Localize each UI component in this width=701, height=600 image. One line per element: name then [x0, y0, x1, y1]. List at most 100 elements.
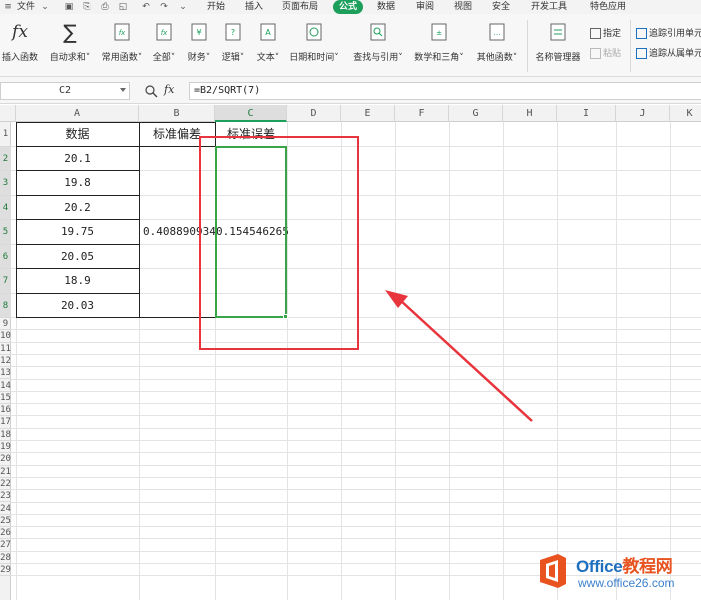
row-header-11[interactable]: 11 — [0, 343, 11, 355]
grid-row-line — [11, 464, 701, 466]
row-header-8[interactable]: 8 — [0, 293, 11, 318]
grid-row-line — [11, 476, 701, 478]
insert-function-button[interactable]: fx 插入函数 — [0, 16, 40, 76]
row-header-2[interactable]: 2 — [0, 146, 11, 171]
cell-a4[interactable]: 20.2 — [16, 196, 139, 221]
tab-formulas[interactable]: 公式 — [333, 0, 364, 14]
row-header-1[interactable]: 1 — [0, 122, 11, 147]
trace-dependents-button[interactable]: 追踪从属单元 — [636, 47, 701, 61]
row-header-6[interactable]: 6 — [0, 244, 11, 269]
ribbon-separator — [527, 20, 528, 72]
column-header-b[interactable]: B — [139, 105, 215, 122]
row-header-20[interactable]: 20 — [0, 453, 11, 466]
row-header-7[interactable]: 7 — [0, 269, 11, 294]
text-functions-button[interactable]: A 文本˅ — [253, 16, 283, 76]
save-icon[interactable]: ▣ — [64, 2, 74, 12]
tab-view[interactable]: 视图 — [454, 0, 472, 14]
export-pdf-icon[interactable]: ⎘ — [82, 2, 92, 12]
row-header-23[interactable]: 23 — [0, 490, 11, 503]
tab-page-layout[interactable]: 页面布局 — [282, 0, 318, 14]
column-header-a[interactable]: A — [16, 105, 139, 122]
chevron-down-icon[interactable]: ⌄ — [40, 2, 50, 12]
row-header-9[interactable]: 9 — [0, 318, 11, 331]
common-functions-button[interactable]: fx 常用函数˅ — [98, 16, 146, 76]
row-header-13[interactable]: 13 — [0, 367, 11, 380]
column-header-h[interactable]: H — [503, 105, 557, 122]
column-header-j[interactable]: J — [616, 105, 670, 122]
tab-security[interactable]: 安全 — [492, 0, 510, 14]
row-header-3[interactable]: 3 — [0, 171, 11, 196]
row-header-5[interactable]: 5 — [0, 220, 11, 245]
lookup-button[interactable]: 查找与引用˅ — [350, 16, 406, 76]
finance-icon: ¥ — [191, 23, 207, 41]
cell-a5[interactable]: 19.75 — [16, 220, 139, 245]
row-header-15[interactable]: 15 — [0, 392, 11, 405]
row-header-10[interactable]: 10 — [0, 330, 11, 343]
print-preview-icon[interactable]: ◱ — [118, 2, 128, 12]
trace-precedents-button[interactable]: 追踪引用单元 — [636, 27, 701, 41]
other-functions-button[interactable]: … 其他函数˅ — [472, 16, 522, 76]
tab-review[interactable]: 审阅 — [416, 0, 434, 14]
name-manager-button[interactable]: 名称管理器 — [532, 16, 584, 76]
zoom-icon[interactable] — [144, 84, 158, 98]
row-header-28[interactable]: 28 — [0, 552, 11, 564]
cell-a1-header[interactable]: 数据 — [16, 122, 139, 147]
row-header-14[interactable]: 14 — [0, 380, 11, 392]
formula-input[interactable]: =B2/SQRT(7) — [189, 82, 701, 100]
cell-a2[interactable]: 20.1 — [16, 147, 139, 172]
print-icon[interactable]: ⎙ — [100, 2, 110, 12]
tab-special[interactable]: 特色应用 — [590, 0, 626, 14]
all-functions-button[interactable]: fx 全部˅ — [150, 16, 178, 76]
select-all-corner[interactable] — [0, 105, 16, 122]
column-header-e[interactable]: E — [341, 105, 395, 122]
column-header-g[interactable]: G — [449, 105, 503, 122]
file-menu[interactable]: 文件 — [17, 0, 35, 14]
column-header-f[interactable]: F — [395, 105, 449, 122]
tab-insert[interactable]: 插入 — [245, 0, 263, 14]
cell-a8[interactable]: 20.03 — [16, 294, 139, 319]
row-header-17[interactable]: 17 — [0, 416, 11, 429]
cell-a7[interactable]: 18.9 — [16, 269, 139, 294]
row-header-25[interactable]: 25 — [0, 515, 11, 528]
name-box[interactable]: C2 — [0, 82, 130, 100]
row-header-12[interactable]: 12 — [0, 355, 11, 368]
row-header-26[interactable]: 26 — [0, 527, 11, 540]
datetime-button[interactable]: 日期和时间˅ — [288, 16, 340, 76]
logic-icon: ? — [225, 23, 241, 41]
cell-a3[interactable]: 19.8 — [16, 171, 139, 196]
tab-data[interactable]: 数据 — [377, 0, 395, 14]
row-header-21[interactable]: 21 — [0, 466, 11, 478]
cell-a6[interactable]: 20.05 — [16, 245, 139, 270]
tab-developer[interactable]: 开发工具 — [531, 0, 567, 14]
ribbon: fx 插入函数 ∑ 自动求和˅ fx 常用函数˅ fx 全部˅ ¥ 财务˅ ? … — [0, 14, 701, 77]
paste-names-button[interactable]: 粘贴 — [590, 47, 621, 61]
row-header-16[interactable]: 16 — [0, 404, 11, 417]
grid-row-line — [11, 489, 701, 491]
grid-row-line — [11, 366, 701, 368]
sigma-icon: ∑ — [63, 20, 77, 44]
finance-button[interactable]: ¥ 财务˅ — [184, 16, 214, 76]
row-header-19[interactable]: 19 — [0, 441, 11, 454]
undo-icon[interactable]: ↶ — [141, 2, 151, 12]
autosum-button[interactable]: ∑ 自动求和˅ — [46, 16, 94, 76]
row-header-18[interactable]: 18 — [0, 429, 11, 441]
column-header-k[interactable]: K — [670, 105, 701, 122]
row-header-22[interactable]: 22 — [0, 478, 11, 491]
logic-button[interactable]: ? 逻辑˅ — [218, 16, 248, 76]
column-header-c[interactable]: C — [215, 105, 287, 122]
row-header-27[interactable]: 27 — [0, 539, 11, 552]
lookup-icon — [370, 23, 386, 41]
tab-home[interactable]: 开始 — [207, 0, 225, 14]
row-header-29[interactable]: 29 — [0, 564, 11, 577]
column-header-d[interactable]: D — [287, 105, 341, 122]
specify-button[interactable]: 指定 — [590, 27, 621, 41]
fx-icon[interactable]: fx — [164, 83, 174, 96]
row-header-4[interactable]: 4 — [0, 195, 11, 220]
column-header-i[interactable]: I — [557, 105, 616, 122]
math-button[interactable]: ± 数学和三角˅ — [412, 16, 466, 76]
redo-icon[interactable]: ↷ — [159, 2, 169, 12]
quick-access-dropdown-icon[interactable]: ⌄ — [178, 2, 188, 12]
row-header-24[interactable]: 24 — [0, 503, 11, 515]
name-box-dropdown-icon[interactable] — [120, 88, 126, 92]
menu-icon[interactable]: ≡ — [3, 2, 13, 12]
